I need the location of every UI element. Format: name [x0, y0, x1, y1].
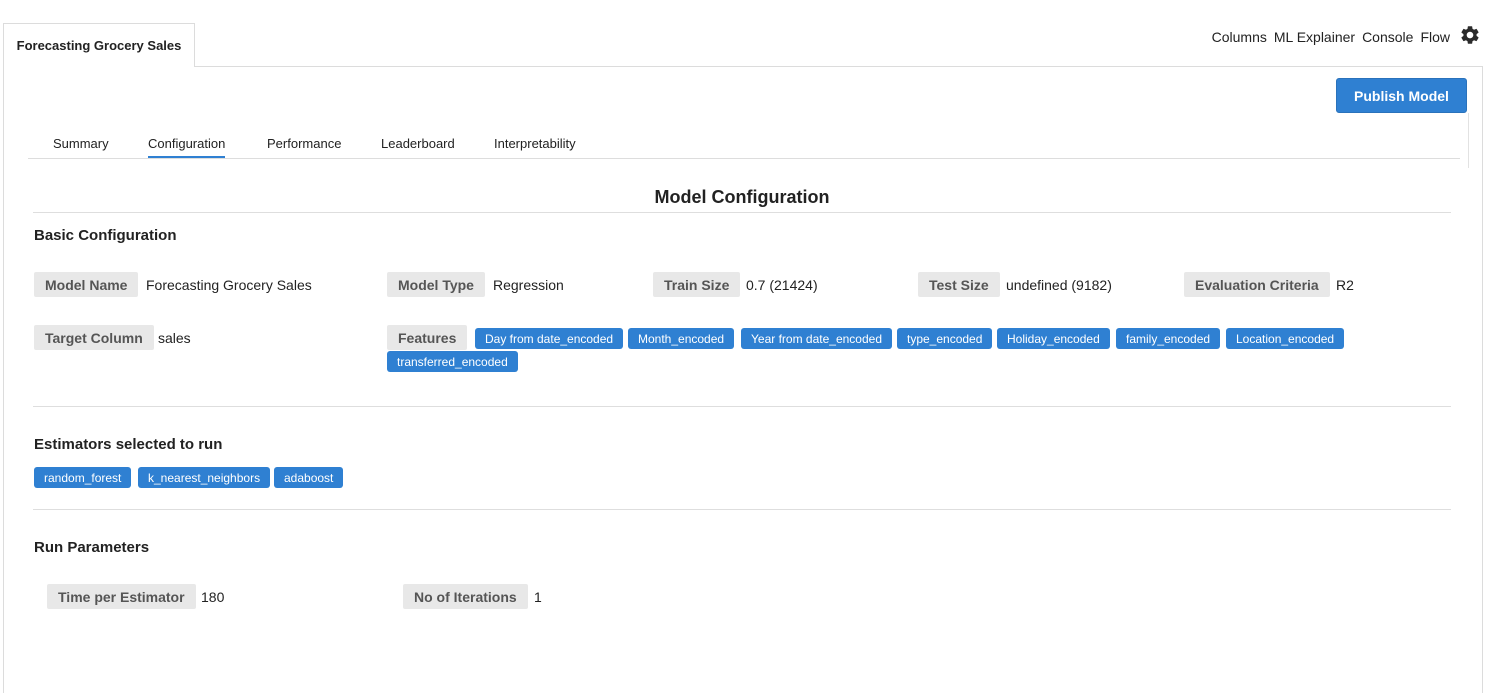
run-params-title: Run Parameters: [34, 539, 150, 556]
main-panel: [3, 66, 1483, 693]
tab-performance[interactable]: Performance: [267, 136, 341, 156]
time-per-estimator-value: 180: [201, 589, 225, 605]
test-size-label: Test Size: [918, 272, 1000, 297]
feature-chip: family_encoded: [1116, 328, 1221, 349]
divider: [33, 212, 1451, 213]
basic-config-title: Basic Configuration: [34, 227, 177, 244]
estimator-chip: random_forest: [34, 467, 132, 488]
target-column-value: sales: [158, 330, 191, 346]
feature-chip: transferred_encoded: [387, 351, 518, 372]
tab-forecasting-grocery-sales[interactable]: Forecasting Grocery Sales: [3, 23, 195, 67]
feature-chip: Holiday_encoded: [997, 328, 1110, 349]
feature-chip: Month_encoded: [628, 328, 735, 349]
features-label: Features: [387, 325, 468, 350]
tab-configuration[interactable]: Configuration: [148, 136, 226, 158]
iterations-label: No of Iterations: [403, 584, 528, 609]
model-type-label: Model Type: [387, 272, 485, 297]
feature-chip: Location_encoded: [1226, 328, 1345, 349]
train-size-value: 0.7 (21424): [746, 277, 818, 293]
feature-chip: type_encoded: [897, 328, 993, 349]
gear-icon[interactable]: [1459, 24, 1481, 46]
flow-link[interactable]: Flow: [1420, 29, 1450, 45]
tab-summary[interactable]: Summary: [53, 136, 109, 156]
console-link[interactable]: Console: [1362, 29, 1413, 45]
ml-explainer-link[interactable]: ML Explainer: [1274, 29, 1355, 45]
divider: [33, 406, 1451, 407]
publish-model-button[interactable]: Publish Model: [1336, 78, 1467, 113]
estimator-chip: adaboost: [274, 467, 344, 488]
tab-title: Forecasting Grocery Sales: [16, 38, 182, 53]
model-name-label: Model Name: [34, 272, 139, 297]
model-name-value: Forecasting Grocery Sales: [146, 277, 312, 293]
estimator-chip: k_nearest_neighbors: [138, 467, 271, 488]
feature-chip: Year from date_encoded: [741, 328, 892, 349]
columns-link[interactable]: Columns: [1212, 29, 1267, 45]
tab-leaderboard[interactable]: Leaderboard: [381, 136, 455, 156]
sub-tabs: Summary Configuration Performance Leader…: [28, 128, 1460, 159]
tab-interpretability[interactable]: Interpretability: [494, 136, 576, 156]
top-nav: Columns ML Explainer Console Flow: [1212, 26, 1481, 46]
divider: [1468, 113, 1469, 168]
evaluation-criteria-value: R2: [1336, 277, 1354, 293]
test-size-value: undefined (9182): [1006, 277, 1112, 293]
target-column-label: Target Column: [34, 325, 154, 350]
model-type-value: Regression: [493, 277, 564, 293]
divider: [33, 509, 1451, 510]
evaluation-criteria-label: Evaluation Criteria: [1184, 272, 1330, 297]
train-size-label: Train Size: [653, 272, 741, 297]
time-per-estimator-label: Time per Estimator: [47, 584, 196, 609]
iterations-value: 1: [534, 589, 542, 605]
estimators-title: Estimators selected to run: [34, 436, 223, 453]
page-title: Model Configuration: [654, 187, 830, 207]
feature-chip: Day from date_encoded: [475, 328, 624, 349]
